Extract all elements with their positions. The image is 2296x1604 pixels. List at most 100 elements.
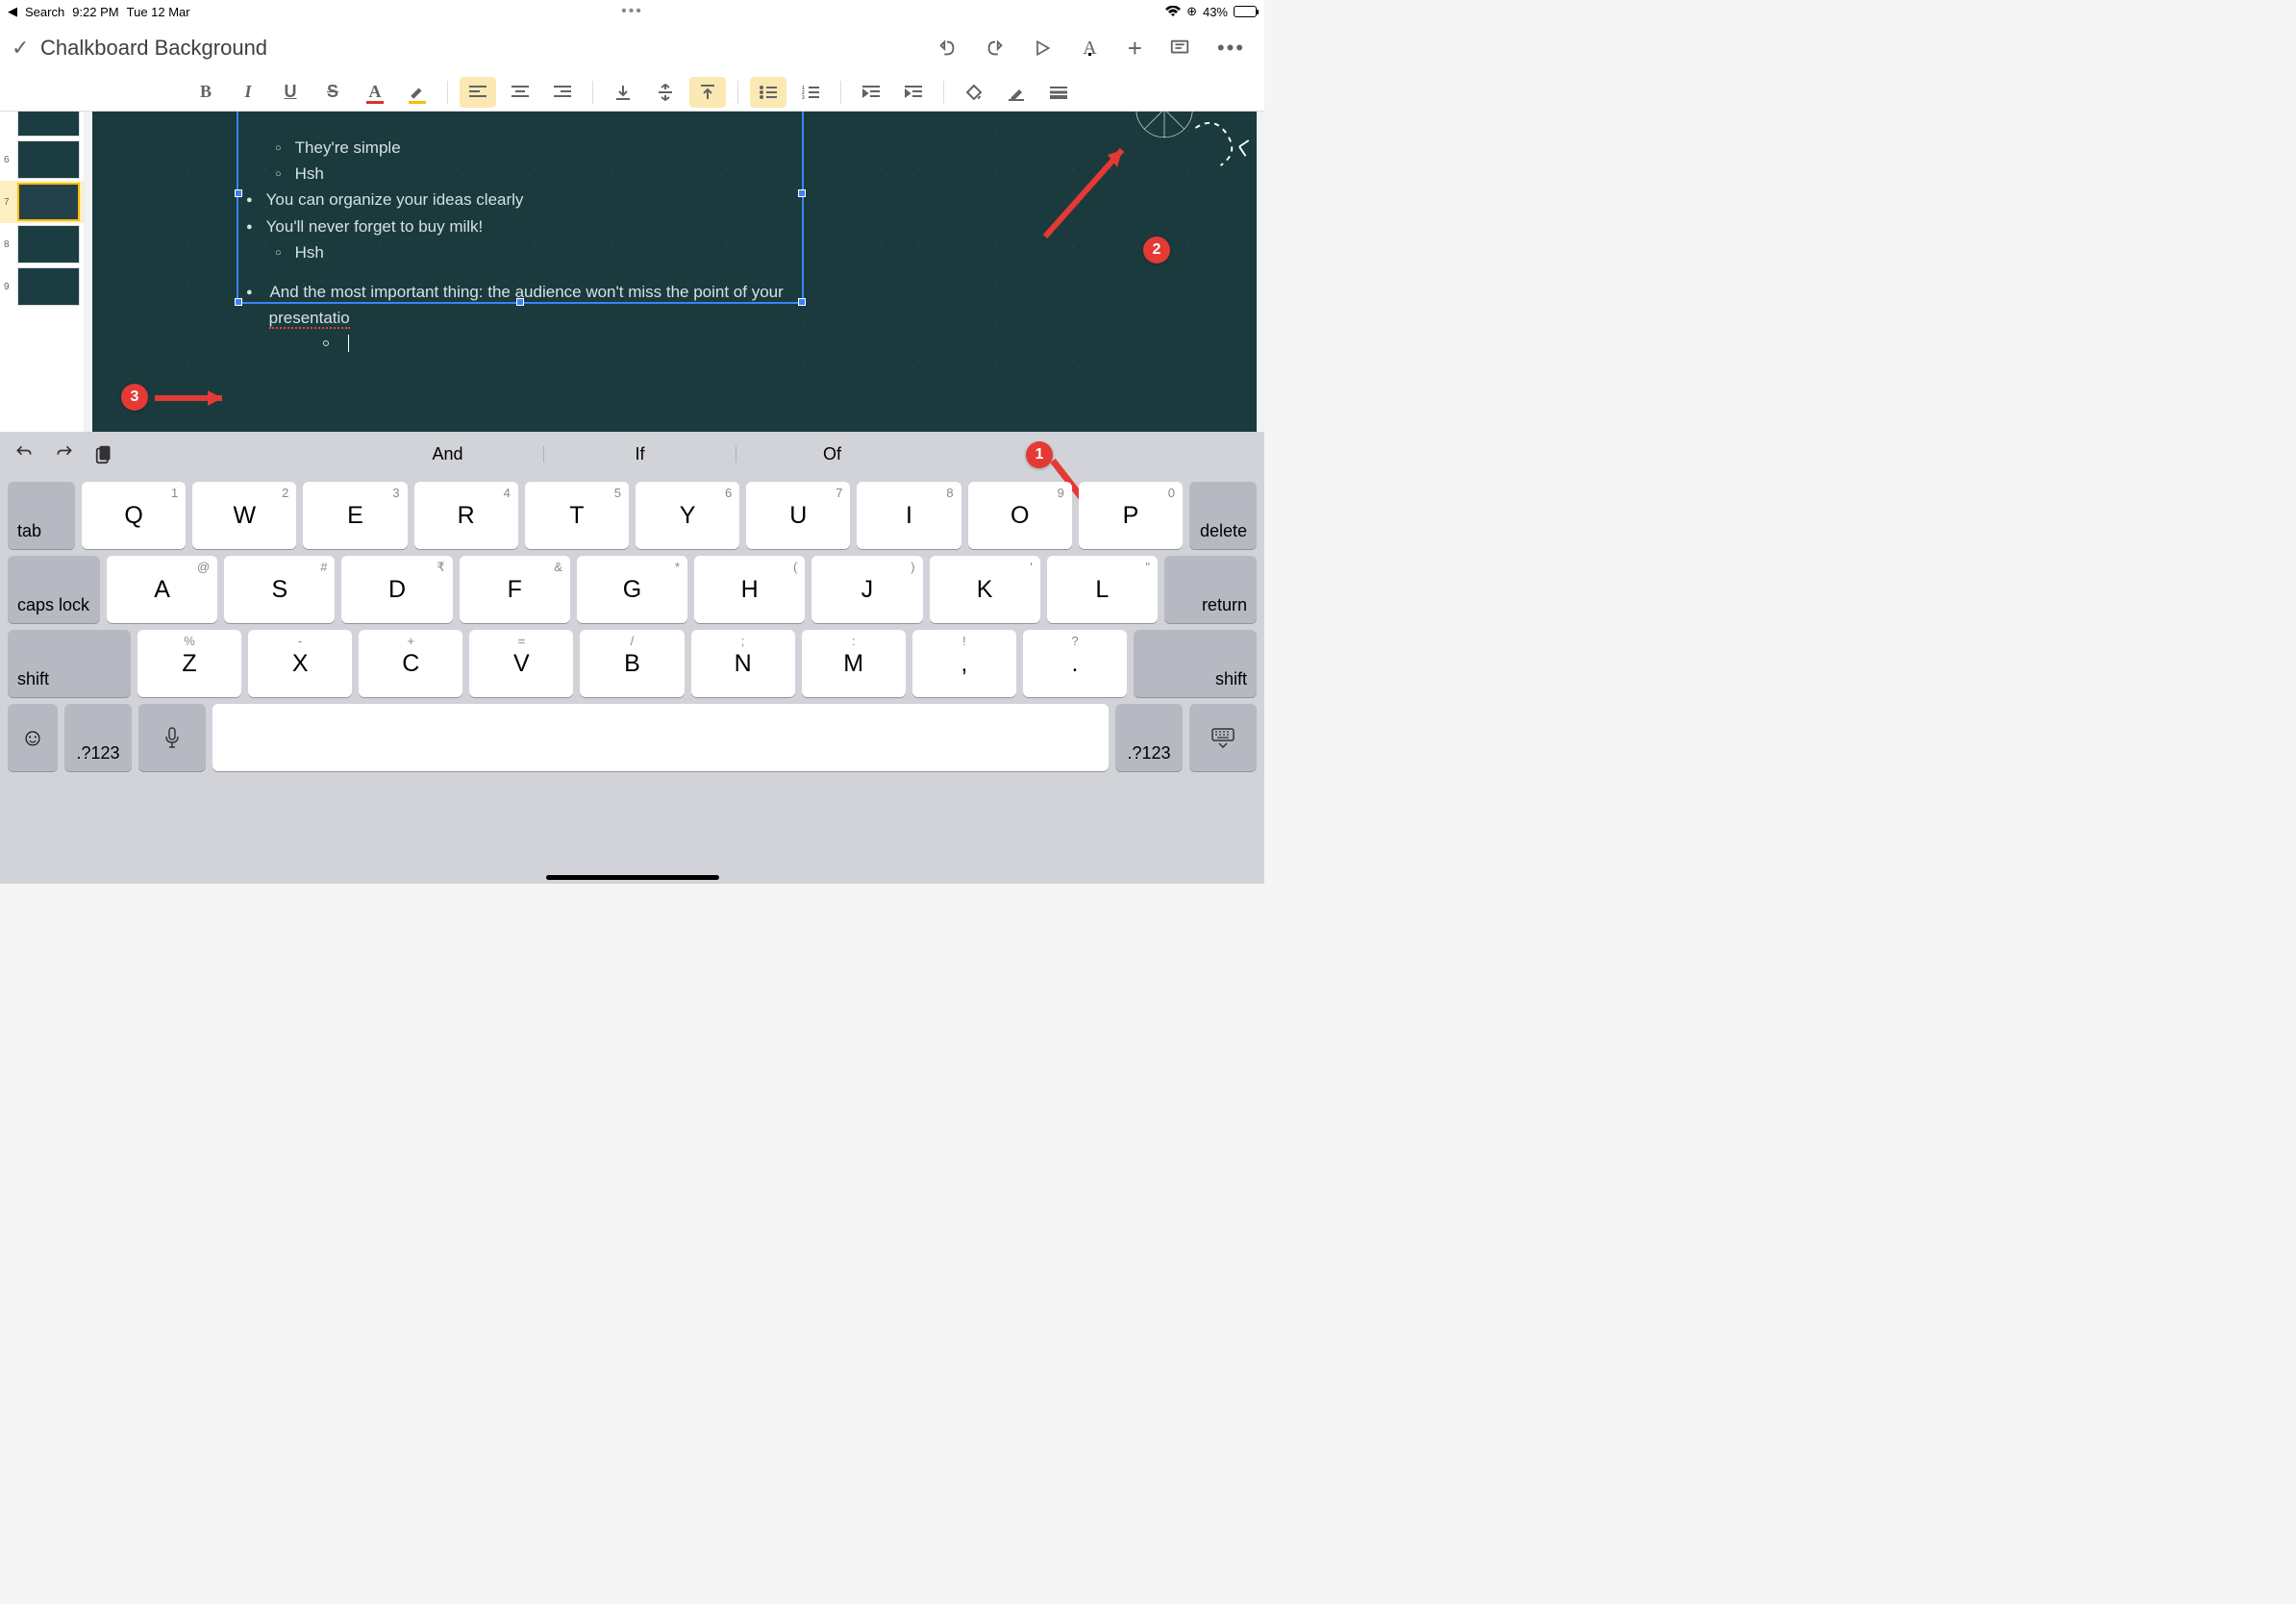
border-color-button[interactable] (998, 77, 1035, 108)
valign-middle-button[interactable] (647, 77, 684, 108)
document-title[interactable]: Chalkboard Background (40, 36, 936, 61)
align-center-button[interactable] (502, 77, 538, 108)
indent-decrease-button[interactable] (853, 77, 889, 108)
key-x[interactable]: -X (248, 630, 352, 697)
highlight-color-button[interactable] (399, 77, 436, 108)
undo-button[interactable] (936, 38, 958, 59)
selected-text-box[interactable] (237, 112, 804, 304)
border-weight-button[interactable] (1040, 77, 1077, 108)
key-period[interactable]: ?. (1023, 630, 1127, 697)
fill-color-button[interactable] (956, 77, 992, 108)
wifi-icon (1165, 6, 1181, 17)
slide-canvas[interactable]: They're simple Hsh You can organize your… (92, 112, 1257, 432)
back-caret-icon[interactable]: ◀ (8, 4, 17, 19)
key-capslock[interactable]: caps lock (8, 556, 100, 623)
key-v[interactable]: =V (469, 630, 573, 697)
suggestion-2[interactable]: If (544, 444, 736, 464)
text-format-button[interactable]: A (1079, 38, 1100, 60)
kb-redo-icon[interactable] (54, 443, 75, 464)
home-indicator[interactable] (546, 875, 719, 880)
kb-undo-icon[interactable] (13, 443, 35, 464)
key-f[interactable]: &F (460, 556, 570, 623)
key-r[interactable]: 4R (414, 482, 518, 549)
key-tab[interactable]: tab (8, 482, 75, 549)
thumbnail-6[interactable]: 6 (0, 138, 84, 181)
key-emoji[interactable]: ☺ (8, 704, 58, 771)
suggestion-3[interactable]: Of (736, 444, 929, 464)
onscreen-keyboard[interactable]: 1 And If Of tab 1Q 2W 3E 4R 5T 6Y 7U 8I (0, 432, 1264, 884)
key-s[interactable]: #S (224, 556, 335, 623)
kb-clipboard-icon[interactable] (94, 443, 115, 464)
multitask-dots-icon[interactable]: ••• (621, 3, 643, 20)
empty-sub-bullet-icon (323, 340, 329, 346)
status-time: 9:22 PM (72, 5, 118, 19)
key-u[interactable]: 7U (746, 482, 850, 549)
valign-bottom-button[interactable] (605, 77, 641, 108)
suggestion-1[interactable]: And (352, 444, 544, 464)
text-cursor (348, 335, 349, 352)
key-m[interactable]: :M (802, 630, 906, 697)
title-bar: ✓ Chalkboard Background A + ••• (0, 23, 1264, 73)
key-numsym-right[interactable]: .?123 (1115, 704, 1183, 771)
redo-button[interactable] (985, 38, 1006, 59)
key-g[interactable]: *G (577, 556, 687, 623)
annotation-badge-2: 2 (1143, 237, 1170, 263)
workspace: 6 7 8 9 They're simple Hsh You c (0, 112, 1264, 432)
key-p[interactable]: 0P (1079, 482, 1183, 549)
comments-button[interactable] (1169, 38, 1190, 59)
thumbnail-9[interactable]: 9 (0, 265, 84, 308)
text-color-button[interactable]: A (357, 77, 393, 108)
key-space[interactable] (212, 704, 1109, 771)
key-z[interactable]: %Z (137, 630, 241, 697)
key-numsym-left[interactable]: .?123 (64, 704, 132, 771)
thumbnail-5-partial[interactable] (0, 112, 84, 138)
key-t[interactable]: 5T (525, 482, 629, 549)
italic-button[interactable]: I (230, 77, 266, 108)
more-menu-button[interactable]: ••• (1217, 36, 1245, 61)
valign-top-button[interactable] (689, 77, 726, 108)
key-j[interactable]: )J (811, 556, 922, 623)
key-i[interactable]: 8I (857, 482, 961, 549)
key-shift-right[interactable]: shift (1134, 630, 1257, 697)
key-dictate[interactable] (138, 704, 206, 771)
annotation-badge-3: 3 (121, 384, 148, 411)
key-return[interactable]: return (1164, 556, 1257, 623)
key-k[interactable]: 'K (930, 556, 1040, 623)
bullet-list-button[interactable] (750, 77, 786, 108)
key-delete[interactable]: delete (1189, 482, 1257, 549)
number-list-button[interactable]: 123 (792, 77, 829, 108)
present-button[interactable] (1033, 38, 1052, 58)
key-l[interactable]: "L (1047, 556, 1158, 623)
insert-button[interactable]: + (1128, 34, 1142, 63)
back-app-label[interactable]: Search (25, 5, 64, 19)
key-c[interactable]: +C (359, 630, 462, 697)
key-shift-left[interactable]: shift (8, 630, 131, 697)
bold-button[interactable]: B (187, 77, 224, 108)
underline-button[interactable]: U (272, 77, 309, 108)
strikethrough-button[interactable]: S (314, 77, 351, 108)
spelling-error[interactable]: presentatio (269, 309, 350, 329)
key-d[interactable]: ₹D (341, 556, 452, 623)
key-dismiss-keyboard[interactable] (1189, 704, 1257, 771)
key-w[interactable]: 2W (192, 482, 296, 549)
done-check-icon[interactable]: ✓ (12, 36, 40, 61)
key-e[interactable]: 3E (303, 482, 407, 549)
key-h[interactable]: (H (694, 556, 805, 623)
align-left-button[interactable] (460, 77, 496, 108)
status-date: Tue 12 Mar (127, 5, 190, 19)
status-bar: ◀ Search 9:22 PM Tue 12 Mar ••• ⊕ 43% (0, 0, 1264, 23)
key-b[interactable]: /B (580, 630, 684, 697)
key-comma[interactable]: !, (912, 630, 1016, 697)
key-n[interactable]: ;N (691, 630, 795, 697)
key-q[interactable]: 1Q (82, 482, 186, 549)
key-o[interactable]: 9O (968, 482, 1072, 549)
key-a[interactable]: @A (107, 556, 217, 623)
key-y[interactable]: 6Y (636, 482, 739, 549)
format-toolbar: B I U S A 123 (0, 73, 1264, 112)
indent-increase-button[interactable] (895, 77, 932, 108)
svg-text:3: 3 (802, 95, 805, 99)
thumbnail-8[interactable]: 8 (0, 223, 84, 265)
thumbnail-7[interactable]: 7 (0, 181, 84, 223)
slide-thumbnails[interactable]: 6 7 8 9 (0, 112, 85, 432)
align-right-button[interactable] (544, 77, 581, 108)
